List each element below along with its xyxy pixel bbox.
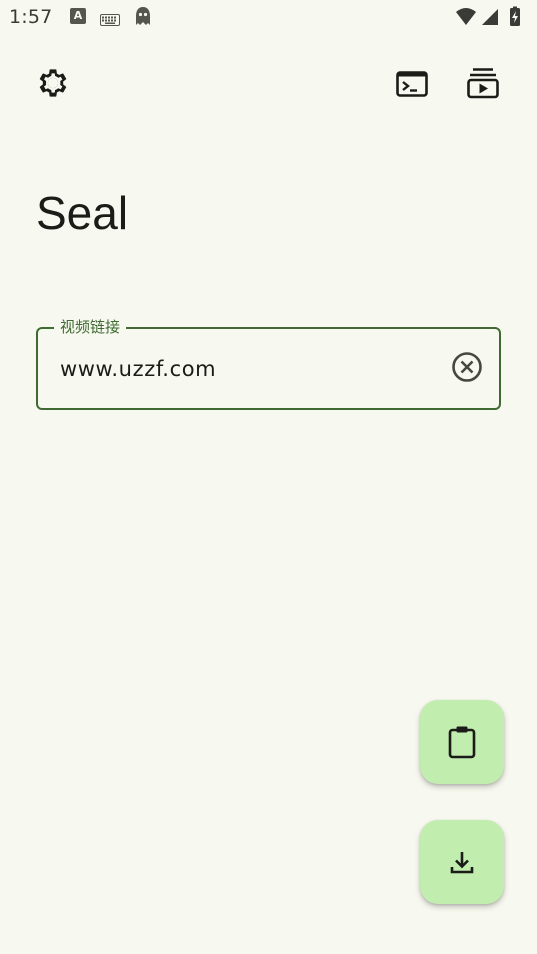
clipboard-paste-icon bbox=[448, 726, 476, 759]
video-url-input[interactable] bbox=[60, 351, 440, 387]
download-button[interactable] bbox=[420, 820, 504, 904]
ghost-icon bbox=[133, 6, 153, 32]
status-time: 1:57 bbox=[9, 6, 53, 28]
cell-signal-icon bbox=[482, 9, 498, 25]
status-bar: 1:57 A bbox=[0, 0, 537, 36]
video-url-field[interactable]: 视频链接 bbox=[36, 318, 501, 410]
terminal-icon bbox=[396, 71, 428, 97]
clear-circle-icon bbox=[452, 352, 482, 382]
keyboard-icon bbox=[100, 11, 120, 30]
terminal-button[interactable] bbox=[388, 60, 436, 108]
download-queue-button[interactable] bbox=[459, 59, 507, 107]
settings-button[interactable] bbox=[29, 59, 77, 107]
download-icon bbox=[450, 852, 474, 874]
app-title: Seal bbox=[36, 187, 129, 239]
gear-icon bbox=[39, 69, 67, 97]
paste-button[interactable] bbox=[420, 700, 504, 784]
battery-charging-icon bbox=[510, 6, 520, 26]
video-url-label: 视频链接 bbox=[54, 318, 127, 336]
playlist-queue-icon bbox=[467, 68, 499, 99]
system-status-icons bbox=[455, 6, 527, 28]
wifi-icon bbox=[456, 8, 476, 25]
app-a-icon: A bbox=[70, 8, 86, 24]
clear-url-button[interactable] bbox=[449, 349, 485, 385]
